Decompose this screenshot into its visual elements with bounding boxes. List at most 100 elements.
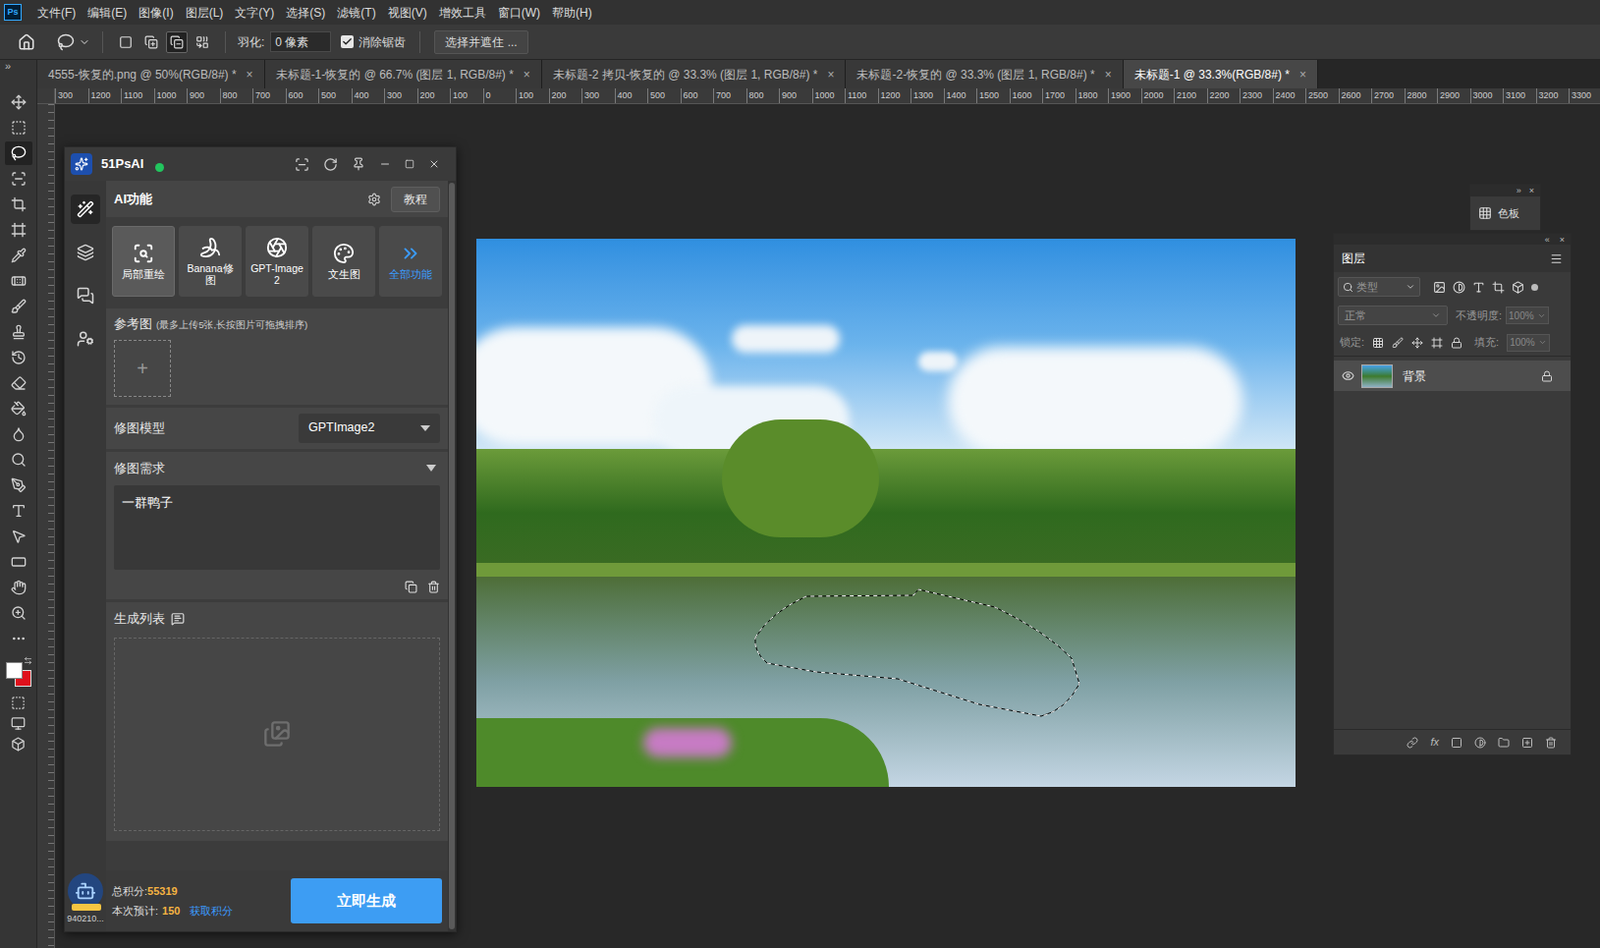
antialias-checkbox[interactable]: 消除锯齿 (340, 33, 406, 52)
pixel-filter-icon[interactable] (1433, 280, 1446, 294)
tutorial-button[interactable]: 教程 (390, 186, 441, 213)
selection-mode-button[interactable] (114, 31, 137, 54)
tool-button[interactable] (4, 550, 33, 574)
clear-icon[interactable] (427, 580, 441, 594)
tool-button[interactable] (4, 524, 33, 549)
group-icon[interactable] (1497, 736, 1510, 749)
screenshot-icon[interactable] (294, 157, 310, 172)
selection-mode-button[interactable] (191, 31, 214, 54)
tab-close-button[interactable]: × (827, 65, 834, 84)
feature-tile[interactable]: GPT-Image2 (245, 225, 309, 297)
layer-lock-icon[interactable] (1541, 370, 1553, 383)
prompt-textarea[interactable]: 一群鸭子 (113, 485, 441, 570)
tool-button[interactable] (4, 166, 33, 191)
tool-button[interactable] (4, 90, 33, 114)
visibility-icon[interactable] (1341, 369, 1355, 383)
tool-button[interactable] (4, 396, 33, 421)
filter-toggle[interactable] (1531, 283, 1539, 291)
smart-filter-icon[interactable] (1511, 280, 1525, 294)
app-logo[interactable]: Ps (3, 3, 22, 21)
tool-button[interactable] (4, 294, 33, 319)
home-icon[interactable] (17, 33, 36, 52)
tool-preset[interactable] (56, 33, 91, 52)
pin-icon[interactable] (351, 157, 366, 171)
toolbar-collapse[interactable]: » (0, 59, 37, 89)
feather-input[interactable]: 0 像素 (270, 31, 332, 53)
feature-tile[interactable]: Banana修图 (178, 225, 242, 297)
lock-position-icon[interactable] (1411, 336, 1424, 349)
shape-filter-icon[interactable] (1491, 280, 1505, 294)
tool-button[interactable] (4, 601, 33, 625)
fill-input[interactable]: 100% (1506, 333, 1550, 352)
tool-button[interactable] (4, 192, 33, 217)
lock-artboard-icon[interactable] (1431, 336, 1443, 349)
results-icon[interactable] (170, 611, 185, 626)
lock-transparent-icon[interactable] (1372, 336, 1384, 349)
panel-menu-icon[interactable] (1549, 252, 1563, 266)
document-tab[interactable]: 未标题-1 @ 33.3%(RGB/8#) *× (1123, 59, 1319, 89)
menu-item[interactable]: 图像(I) (132, 3, 179, 22)
sidebar-item[interactable] (70, 237, 101, 268)
tool-button[interactable] (4, 371, 33, 395)
sidebar-item[interactable] (70, 194, 101, 224)
tab-close-button[interactable]: × (1104, 65, 1112, 84)
new-layer-icon[interactable] (1521, 736, 1534, 749)
opacity-input[interactable]: 100% (1505, 306, 1549, 325)
plugin-header[interactable]: 51PsAI (64, 147, 456, 181)
layers-title[interactable]: 图层 (1341, 249, 1366, 268)
tool-button[interactable] (4, 141, 33, 166)
document-tab[interactable]: 未标题-2 拷贝-恢复的 @ 33.3% (图层 1, RGB/8#) *× (542, 59, 847, 89)
adjustment-filter-icon[interactable] (1452, 280, 1466, 294)
refresh-icon[interactable] (323, 157, 338, 172)
menu-item[interactable]: 增效工具 (433, 3, 493, 22)
foreground-color[interactable] (5, 662, 23, 679)
menu-item[interactable]: 滤镜(T) (331, 3, 382, 22)
tool-button[interactable] (4, 498, 33, 523)
layer-row[interactable]: 背景 (1333, 360, 1571, 391)
copy-icon[interactable] (404, 580, 418, 594)
screen-mode-icon[interactable] (10, 716, 26, 731)
close-icon[interactable] (428, 158, 441, 170)
tool-button[interactable] (4, 115, 33, 140)
tool-button[interactable] (4, 269, 33, 293)
collapse-button[interactable]: » (1516, 185, 1522, 196)
close-button[interactable]: × (1559, 234, 1565, 245)
canvas-image[interactable] (476, 238, 1296, 787)
tool-button[interactable] (4, 320, 33, 344)
minimize-icon[interactable] (379, 158, 391, 170)
menu-item[interactable]: 文件(F) (31, 3, 82, 22)
menu-item[interactable]: 文字(Y) (228, 3, 280, 22)
selection-mode-button[interactable] (140, 31, 163, 54)
link-icon[interactable] (1406, 736, 1419, 749)
extras-icon[interactable] (10, 736, 26, 752)
tool-button[interactable] (4, 473, 33, 497)
tool-button[interactable] (4, 575, 33, 600)
model-select[interactable]: GPTImage2 (298, 413, 441, 443)
sidebar-item[interactable] (70, 324, 101, 354)
tool-button[interactable] (4, 447, 33, 472)
settings-icon[interactable] (367, 192, 382, 207)
swap-colors-icon[interactable] (23, 656, 33, 665)
tool-button[interactable] (4, 626, 33, 651)
menu-item[interactable]: 选择(S) (279, 3, 332, 22)
lock-all-icon[interactable] (1450, 336, 1463, 349)
fx-button[interactable]: fx (1430, 733, 1439, 751)
swatches-tab[interactable]: 色板 (1470, 196, 1541, 230)
layer-filter[interactable]: 类型 (1337, 276, 1421, 297)
sidebar-item[interactable] (70, 280, 101, 311)
close-button[interactable]: × (1529, 185, 1535, 196)
quick-mask-icon[interactable] (10, 695, 26, 711)
feature-tile[interactable]: 局部重绘 (111, 225, 175, 297)
mask-icon[interactable] (1450, 736, 1463, 749)
color-swatches[interactable] (3, 656, 34, 690)
tool-button[interactable] (4, 243, 33, 268)
document-tab[interactable]: 未标题-2-恢复的 @ 33.3% (图层 1, RGB/8#) *× (845, 59, 1123, 89)
user-avatar[interactable] (67, 873, 104, 909)
document-tab[interactable]: 未标题-1-恢复的 @ 66.7% (图层 1, RGB/8#) *× (265, 59, 543, 89)
selection-mode-button[interactable] (165, 31, 188, 54)
select-and-mask-button[interactable]: 选择并遮住 ... (434, 30, 528, 55)
generate-button[interactable]: 立即生成 (290, 878, 442, 924)
document-tab[interactable]: 4555-恢复的.png @ 50%(RGB/8#) *× (37, 59, 266, 89)
feature-tile[interactable]: 文生图 (312, 225, 376, 297)
tool-button[interactable] (4, 218, 33, 242)
